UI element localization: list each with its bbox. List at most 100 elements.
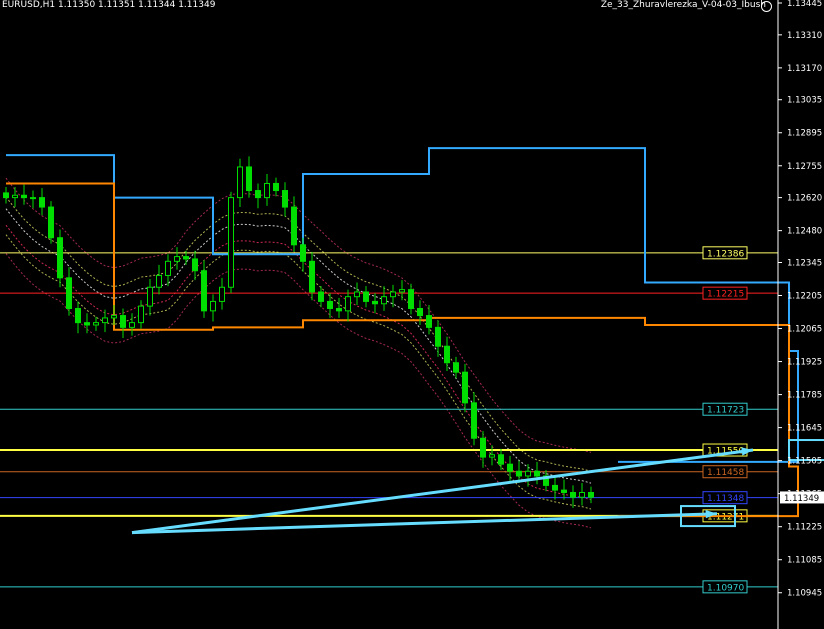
candle-body	[471, 402, 477, 439]
candle-body	[588, 491, 594, 498]
candle-body	[129, 322, 135, 328]
level-label: 1.11458	[707, 468, 744, 478]
candle-body	[120, 315, 126, 328]
expert-smiley-icon	[761, 1, 772, 12]
axis-tick-label: 1.12755	[787, 162, 822, 172]
candle-body	[489, 454, 495, 458]
candle-body	[480, 437, 486, 458]
candle-body	[282, 190, 288, 208]
candle-body	[237, 166, 243, 199]
candle-body	[309, 260, 315, 293]
candle-body	[84, 322, 90, 326]
candle-body	[327, 300, 333, 309]
level-label: 1.11348	[707, 494, 744, 504]
axis-tick-label: 1.12345	[787, 258, 822, 268]
candle-body	[228, 197, 234, 288]
axis-tick-label: 1.12480	[787, 227, 822, 237]
candle-body	[372, 300, 378, 305]
channel-channel_blue	[6, 147, 799, 463]
candle-body	[3, 192, 9, 199]
candle-body	[75, 307, 81, 324]
candle-body	[453, 362, 459, 373]
candle-body	[525, 470, 531, 477]
candle-body	[165, 260, 171, 276]
axis-tick-label: 1.12895	[787, 129, 822, 139]
band-line-4	[5, 208, 592, 484]
candle-body	[39, 197, 45, 208]
axis-tick-label: 1.11645	[787, 424, 822, 434]
candle-body	[444, 345, 450, 364]
candle-body	[12, 194, 18, 199]
candle-body	[147, 286, 153, 307]
axis-tick-label: 1.12620	[787, 194, 822, 204]
candle-body	[48, 206, 54, 239]
candle-body	[399, 289, 405, 293]
candle-body	[102, 317, 108, 324]
candle-body	[516, 470, 522, 477]
axis-tick-label: 1.13310	[787, 31, 822, 41]
candle-body	[417, 307, 423, 317]
candle-body	[507, 463, 513, 472]
candle-body	[462, 371, 468, 404]
candle-body	[111, 315, 117, 319]
band-line-3	[5, 253, 592, 529]
candle-body	[183, 256, 189, 260]
axis-tick-label: 1.11085	[787, 556, 822, 566]
candle-body	[381, 296, 387, 305]
symbol-info: EURUSD,H1 1.11350 1.11351 1.11344 1.1134…	[2, 0, 216, 10]
candle-body	[57, 237, 63, 279]
axis-tick-label: 1.11225	[787, 523, 822, 533]
candle-body	[552, 484, 558, 491]
levels-layer: 1.123861.122151.117231.115501.114581.113…	[0, 246, 778, 594]
candle-body	[93, 322, 99, 326]
candle-body	[291, 206, 297, 246]
candle-body	[300, 244, 306, 262]
axis-tick-label: 1.11785	[787, 391, 822, 401]
candle-body	[201, 270, 207, 312]
axis-tick-label: 1.13445	[787, 0, 822, 9]
candle-body	[264, 182, 270, 199]
level-label: 1.12386	[707, 249, 744, 259]
axis-tick-label: 1.12065	[787, 325, 822, 335]
candle-body	[192, 258, 198, 272]
candles-layer	[3, 156, 594, 508]
indicator-name: Ze_33_Zhuravlerezka_V-04-03_Ibush	[600, 0, 766, 10]
candle-body	[408, 289, 414, 309]
candle-body	[255, 190, 261, 199]
candle-body	[345, 296, 351, 312]
candle-body	[66, 277, 72, 309]
trend-arrow-1	[131, 448, 754, 535]
candle-body	[363, 291, 369, 302]
price-axis: 1.13445 1.13310 1.13170 1.13035 1.12895 1.127…	[777, 0, 824, 629]
level-label: 1.11723	[707, 406, 744, 416]
candle-body	[246, 166, 252, 192]
candle-body	[498, 454, 504, 465]
candle-body	[273, 182, 279, 192]
candle-body	[336, 307, 342, 312]
candle-body	[21, 194, 27, 199]
channel-channel_orange	[6, 182, 799, 518]
candle-body	[390, 291, 396, 298]
candle-body	[435, 326, 441, 347]
axis-tick-label: 1.12205	[787, 292, 822, 302]
axis-tick-label: 1.10945	[787, 589, 822, 599]
candle-body	[156, 274, 162, 288]
price-chart[interactable]: 1.123861.122151.117231.115501.114581.113…	[0, 0, 824, 629]
candle-body	[138, 305, 144, 324]
axis-tick-label: 1.11505	[787, 457, 822, 467]
axis-tick-label: 1.11925	[787, 358, 822, 368]
candle-body	[561, 489, 567, 493]
current-price-label: 1.11349	[784, 494, 819, 504]
candle-body	[318, 291, 324, 302]
axis-tick-label: 1.13035	[787, 96, 822, 106]
level-label: 1.10970	[707, 583, 744, 593]
candle-body	[219, 286, 225, 302]
candle-body	[354, 291, 360, 298]
level-label: 1.12215	[707, 290, 744, 300]
candle-body	[534, 470, 540, 477]
candle-body	[174, 256, 180, 262]
candle-body	[210, 300, 216, 312]
candle-body	[30, 197, 36, 200]
candle-body	[570, 491, 576, 498]
band-line-1	[5, 234, 592, 510]
